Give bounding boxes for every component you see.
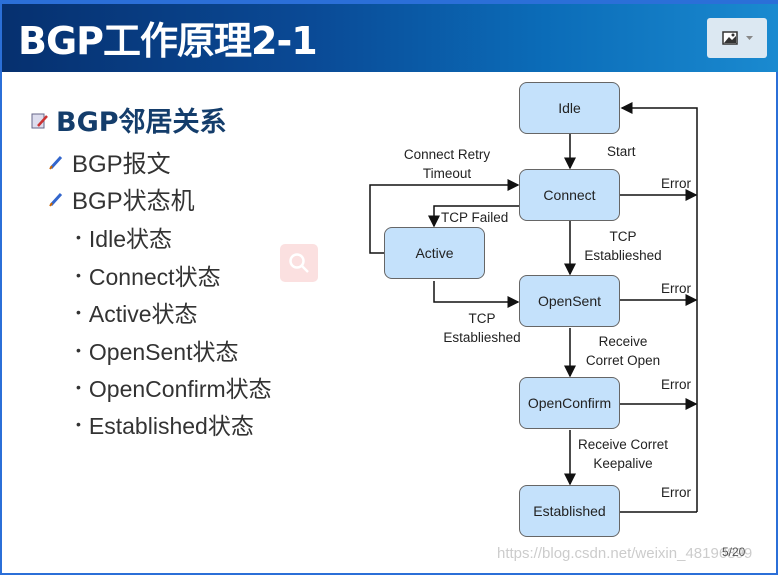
label-tcp-established-active: TCP Establieshed (443, 311, 521, 345)
arrow-active-opensent (433, 281, 520, 308)
state-openconfirm: OpenConfirm (519, 377, 620, 429)
label-receive-keepalive: Receive Corret Keepalive (577, 437, 669, 471)
state-opensent: OpenSent (519, 275, 620, 327)
label-error: Error (661, 485, 691, 500)
page-number: 5/20 (722, 545, 746, 559)
label-receive-open: Receive Corret Open (585, 334, 661, 368)
state-active: Active (384, 227, 485, 279)
label-tcp-established: TCP Establieshed (584, 229, 662, 263)
label-start: Start (607, 144, 636, 159)
label-error: Error (661, 377, 691, 392)
label-tcp-failed: TCP Failed (441, 210, 509, 225)
label-retry: Connect Retry Timeout (403, 147, 491, 181)
state-connect: Connect (519, 169, 620, 221)
label-error: Error (661, 176, 691, 191)
state-idle: Idle (519, 82, 620, 134)
watermark: https://blog.csdn.net/weixin_48196899 (497, 545, 753, 562)
label-error: Error (661, 281, 691, 296)
state-established: Established (519, 485, 620, 537)
